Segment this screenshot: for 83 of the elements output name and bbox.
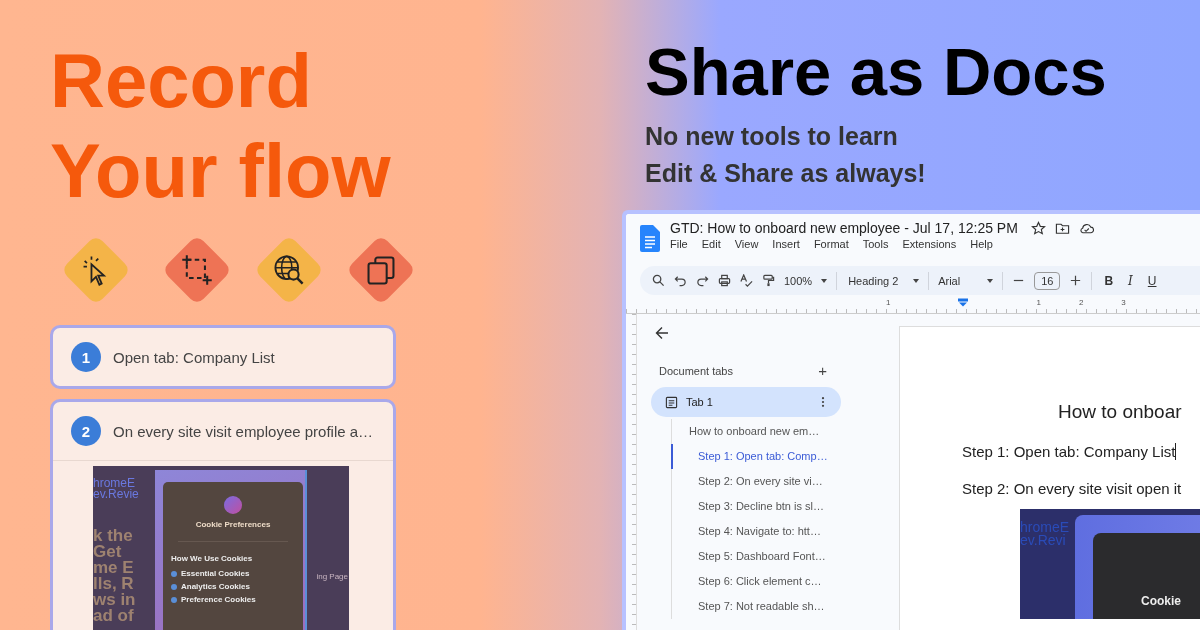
- document-tab[interactable]: Tab 1: [651, 387, 841, 417]
- format-button[interactable]: B: [1101, 273, 1117, 288]
- paint-roller-icon[interactable]: [762, 274, 775, 287]
- bullet-icon: [171, 570, 177, 577]
- page-headline-text: me E: [93, 560, 135, 576]
- menu-item[interactable]: Format: [813, 238, 849, 250]
- menu-item[interactable]: Edit: [701, 238, 721, 250]
- outline-item[interactable]: How to onboard new em…: [671, 419, 820, 444]
- outline-item[interactable]: Step 4: Navigate to: htt…: [671, 519, 821, 544]
- step-card[interactable]: 1 Open tab: Company List: [50, 325, 396, 389]
- zoom-dropdown[interactable]: 100%: [784, 274, 813, 287]
- document-title[interactable]: GTD: How to onboard new employee - Jul 17, 12:25 PM: [670, 220, 1018, 236]
- step-number: 2: [71, 416, 101, 446]
- menu-item[interactable]: View: [734, 238, 759, 250]
- section-title: How We Use Cookies: [171, 554, 253, 563]
- more-icon[interactable]: [821, 396, 825, 408]
- document-heading: How to onboar: [1058, 401, 1182, 423]
- plus-icon[interactable]: [1069, 274, 1083, 287]
- ruler-number: 1: [1036, 298, 1041, 307]
- outline-item[interactable]: Step 7: Not readable sh…: [671, 594, 825, 619]
- cookie-type: Essential Cookies: [181, 569, 250, 578]
- indent-marker-icon[interactable]: [958, 298, 969, 307]
- outline-item[interactable]: Step 1: Open tab: Comp…: [671, 444, 828, 469]
- subtitle: Edit & Share as always!: [645, 158, 926, 189]
- page-headline-text: lls, R: [93, 576, 135, 592]
- menu-item[interactable]: Extensions: [902, 238, 957, 250]
- step-text: On every site visit employee profile a…: [113, 422, 374, 440]
- format-button[interactable]: I: [1125, 273, 1136, 288]
- dialog-title: Cookie Preferences: [195, 520, 271, 529]
- page-label: ing Page: [316, 572, 348, 581]
- menu-item[interactable]: Insert: [772, 238, 800, 250]
- step-text: Open tab: Company List: [113, 348, 275, 366]
- panel-heading: Document tabs: [659, 364, 733, 377]
- ruler-number: 1: [886, 298, 891, 307]
- caret-icon: [821, 278, 828, 283]
- page-headline-text: ad of: [93, 608, 135, 624]
- crop-add-icon: [180, 253, 214, 287]
- font-dropdown[interactable]: Arial: [938, 274, 979, 287]
- bullet-icon: [171, 596, 177, 603]
- page-headline-text: ws in: [93, 592, 136, 608]
- step-card[interactable]: 2 On every site visit employee profile a… hromeE ev.Revie k the Get me E lls, R ws in ad of ing Page Cookie Preferences How We Use Cookies Essential Cookies Analytics Cookies Preference Cookies: [50, 399, 396, 630]
- format-button[interactable]: U: [1144, 273, 1160, 288]
- caret-icon: [987, 278, 994, 283]
- logo-text: hromeE: [93, 478, 136, 489]
- outline-item[interactable]: Step 5: Dashboard Font…: [671, 544, 826, 569]
- search-icon[interactable]: [652, 274, 665, 287]
- headline: Share as Docs: [645, 33, 1107, 111]
- outline-item[interactable]: Step 6: Click element c…: [671, 569, 822, 594]
- logo-text: ev.Revi: [1020, 534, 1067, 547]
- dialog-title: Cookie: [1141, 594, 1181, 608]
- menu-item[interactable]: File: [670, 238, 688, 250]
- document-icon: [665, 395, 678, 409]
- globe-search-icon: [272, 253, 306, 287]
- print-icon[interactable]: [718, 274, 731, 287]
- ruler-number: 3: [1121, 298, 1126, 307]
- bullet-icon: [171, 583, 177, 590]
- cookie-type: Analytics Cookies: [181, 582, 250, 591]
- cookie-icon: [224, 496, 242, 514]
- page-headline-text: k the: [93, 528, 134, 544]
- cookie-type: Preference Cookies: [181, 595, 256, 604]
- outline-item[interactable]: Step 2: On every site vi…: [671, 469, 823, 494]
- star-icon[interactable]: [1030, 220, 1046, 236]
- ruler-number: 2: [1078, 298, 1084, 307]
- page-headline-text: Get: [93, 544, 123, 560]
- document-icon: [640, 225, 660, 252]
- redo-icon[interactable]: [696, 274, 709, 287]
- outline-item[interactable]: Step 3: Decline btn is sl…: [671, 494, 824, 519]
- menu-item[interactable]: Help: [970, 238, 993, 250]
- back-arrow-icon[interactable]: [655, 326, 669, 340]
- undo-icon[interactable]: [674, 274, 687, 287]
- spellcheck-icon[interactable]: [740, 274, 753, 287]
- logo-text: ev.Revie: [93, 489, 139, 500]
- style-dropdown[interactable]: Heading 2: [848, 274, 905, 287]
- add-tab-button[interactable]: +: [818, 362, 827, 379]
- font-size-field[interactable]: 16: [1034, 271, 1061, 290]
- menu-item[interactable]: Tools: [862, 238, 889, 250]
- headline: Record Your flow: [50, 37, 391, 215]
- document-paragraph: Step 2: On every site visit open it: [962, 480, 1183, 497]
- document-paragraph: Step 1: Open tab: Company List: [962, 443, 1177, 460]
- caret-icon: [913, 278, 920, 283]
- logo-text: hromeE: [1020, 521, 1070, 534]
- step-number: 1: [71, 342, 101, 372]
- subtitle: No new tools to learn: [645, 121, 898, 152]
